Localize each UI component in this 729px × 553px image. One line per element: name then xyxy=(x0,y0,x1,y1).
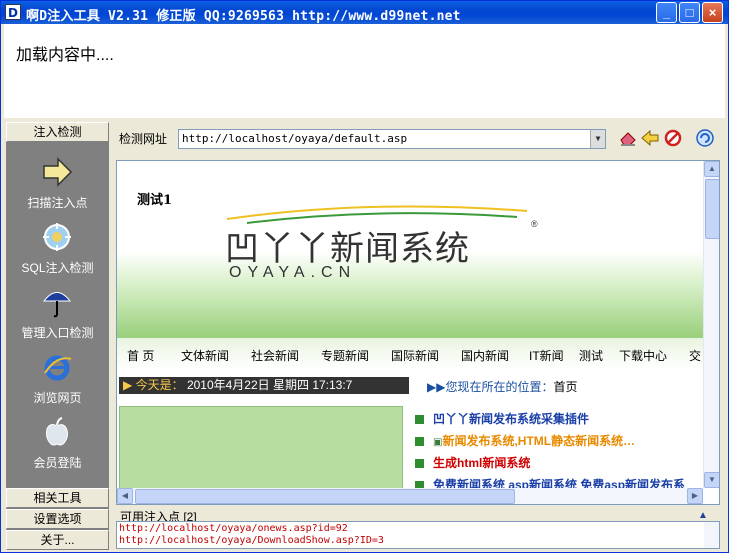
title-bar[interactable]: D 啊D注入工具 V2.31 修正版 QQ:9269563 http://www… xyxy=(1,1,728,24)
date-box: ▶ 今天是： 2010年4月22日 星期四 17:13:7 xyxy=(119,377,409,394)
sidebar-item-admin-entry[interactable]: 管理入口检测 xyxy=(6,286,109,350)
sql-scan-icon xyxy=(43,223,71,251)
site-test-heading: 测试1 xyxy=(137,193,173,208)
minimize-button[interactable]: _ xyxy=(656,2,677,23)
inject-point-row[interactable]: http://localhost/oyaya/DownloadShow.asp?… xyxy=(119,535,384,546)
nav-item-test[interactable]: 测试 xyxy=(579,347,603,364)
url-dropdown-button[interactable]: ▼ xyxy=(590,130,605,148)
inject-list-scrollbar[interactable] xyxy=(704,522,719,548)
news-title: 生成html新闻系统 xyxy=(433,456,531,470)
news-item[interactable]: 生成html新闻系统 xyxy=(413,452,703,474)
location-value[interactable]: 首页 xyxy=(553,380,577,394)
vertical-scrollbar[interactable]: ▲ ▼ xyxy=(703,161,719,488)
news-bullet-icon xyxy=(415,437,424,446)
sidebar: 注入检测 扫描注入点 SQL注入检测 管理入口检测 浏览网页 会员登陆 相关工具… xyxy=(6,122,109,550)
nav-item-sports[interactable]: 文体新闻 xyxy=(181,347,229,364)
url-input[interactable]: http://localhost/oyaya/default.asp ▼ xyxy=(178,129,606,149)
arrow-right-icon xyxy=(43,157,73,187)
horizontal-scrollbar[interactable]: ◀ ▶ xyxy=(117,488,703,504)
date-label: 今天是： xyxy=(135,378,184,392)
sidebar-item-scan-inject[interactable]: 扫描注入点 xyxy=(6,156,109,220)
site-header: 测试1 凹丫丫新闻系统 ® OYAYA.CN xyxy=(117,161,703,336)
nav-item-more[interactable]: 交 xyxy=(689,347,701,364)
loading-text: 加载内容中.... xyxy=(16,47,114,64)
sidebar-related-tools[interactable]: 相关工具 xyxy=(6,488,109,508)
sidebar-settings[interactable]: 设置选项 xyxy=(6,509,109,529)
horizontal-scroll-thumb[interactable] xyxy=(135,489,515,504)
date-bar: ▶ 今天是： 2010年4月22日 星期四 17:13:7 ▶▶您现在所在的位置… xyxy=(117,374,703,396)
site-logo-chinese: 凹丫丫新闻系统 xyxy=(225,229,470,269)
news-item[interactable]: 凹丫丫新闻发布系统采集插件 xyxy=(413,408,703,430)
inject-point-row[interactable]: http://localhost/oyaya/onews.asp?id=92 xyxy=(119,523,348,534)
sidebar-item-label: SQL注入检测 xyxy=(21,261,94,275)
sidebar-item-label: 浏览网页 xyxy=(33,391,82,405)
site-logo-english: OYAYA.CN xyxy=(229,264,357,281)
sidebar-item-label: 管理入口检测 xyxy=(21,326,94,340)
sidebar-header-inject-detect[interactable]: 注入检测 xyxy=(6,122,109,142)
news-title: 凹丫丫新闻发布系统采集插件 xyxy=(433,412,590,426)
location-label: 您现在所在的位置： xyxy=(445,380,554,394)
scroll-down-icon[interactable]: ▼ xyxy=(704,472,719,488)
ie-browser-icon xyxy=(44,355,72,381)
back-arrow-icon[interactable] xyxy=(640,128,660,148)
sidebar-item-label: 扫描注入点 xyxy=(27,196,88,210)
news-bullet-icon xyxy=(415,415,424,424)
nav-item-home[interactable]: 首 页 xyxy=(127,347,154,364)
main-panel: 检测网址 http://localhost/oyaya/default.asp … xyxy=(112,122,725,549)
collapse-up-icon[interactable]: ▲ xyxy=(698,510,708,521)
location: ▶▶您现在所在的位置：首页 xyxy=(427,378,578,395)
sidebar-item-label: 会员登陆 xyxy=(33,456,82,470)
sidebar-about[interactable]: 关于... xyxy=(6,530,109,550)
nav-item-domestic[interactable]: 国内新闻 xyxy=(461,347,509,364)
sidebar-item-browse[interactable]: 浏览网页 xyxy=(6,351,109,415)
eraser-icon[interactable] xyxy=(618,128,638,148)
nav-item-it[interactable]: IT新闻 xyxy=(529,347,564,364)
news-item[interactable]: ▣新闻发布系统,HTML静态新闻系统… xyxy=(413,430,703,452)
maximize-button[interactable]: □ xyxy=(679,2,700,23)
nav-item-society[interactable]: 社会新闻 xyxy=(251,347,299,364)
stop-icon[interactable] xyxy=(663,128,683,148)
sidebar-item-member-login[interactable]: 会员登陆 xyxy=(6,416,109,480)
nav-item-downloads[interactable]: 下载中心 xyxy=(619,347,667,364)
apple-logo-icon xyxy=(46,417,68,446)
url-value: http://localhost/oyaya/default.asp xyxy=(182,132,408,145)
date-arrow-icon: ▶ xyxy=(123,378,133,392)
scroll-right-icon[interactable]: ▶ xyxy=(687,488,703,504)
loading-panel: 加载内容中.... xyxy=(4,24,725,118)
nav-item-international[interactable]: 国际新闻 xyxy=(391,347,439,364)
web-browser-view[interactable]: 测试1 凹丫丫新闻系统 ® OYAYA.CN 首 页 文体新闻 社会新闻 专题新… xyxy=(116,160,720,505)
site-nav: 首 页 文体新闻 社会新闻 专题新闻 国际新闻 国内新闻 IT新闻 测试 下载中… xyxy=(117,336,703,370)
app-icon: D xyxy=(5,4,21,20)
inject-point-list[interactable]: http://localhost/oyaya/onews.asp?id=92 h… xyxy=(116,521,720,549)
news-bullet-icon xyxy=(415,459,424,468)
scroll-up-icon[interactable]: ▲ xyxy=(704,161,719,177)
scroll-left-icon[interactable]: ◀ xyxy=(117,488,133,504)
sidebar-item-sql-inject[interactable]: SQL注入检测 xyxy=(6,221,109,285)
close-button[interactable]: × xyxy=(702,2,723,23)
refresh-icon[interactable] xyxy=(695,128,715,148)
window-title: 啊D注入工具 V2.31 修正版 QQ:9269563 http://www.d… xyxy=(26,9,461,24)
news-title: 新闻发布系统,HTML静态新闻系统… xyxy=(442,434,636,448)
news-list: 凹丫丫新闻发布系统采集插件 ▣新闻发布系统,HTML静态新闻系统… 生成html… xyxy=(413,408,703,496)
url-label: 检测网址 xyxy=(119,132,168,146)
registered-mark: ® xyxy=(531,219,538,229)
location-arrows-icon: ▶▶ xyxy=(427,380,446,394)
nav-item-topics[interactable]: 专题新闻 xyxy=(321,347,369,364)
date-value: 2010年4月22日 星期四 17:13:7 xyxy=(186,378,353,392)
app-window: D 啊D注入工具 V2.31 修正版 QQ:9269563 http://www… xyxy=(0,0,729,553)
vertical-scroll-thumb[interactable] xyxy=(705,179,719,239)
umbrella-icon xyxy=(42,292,72,318)
